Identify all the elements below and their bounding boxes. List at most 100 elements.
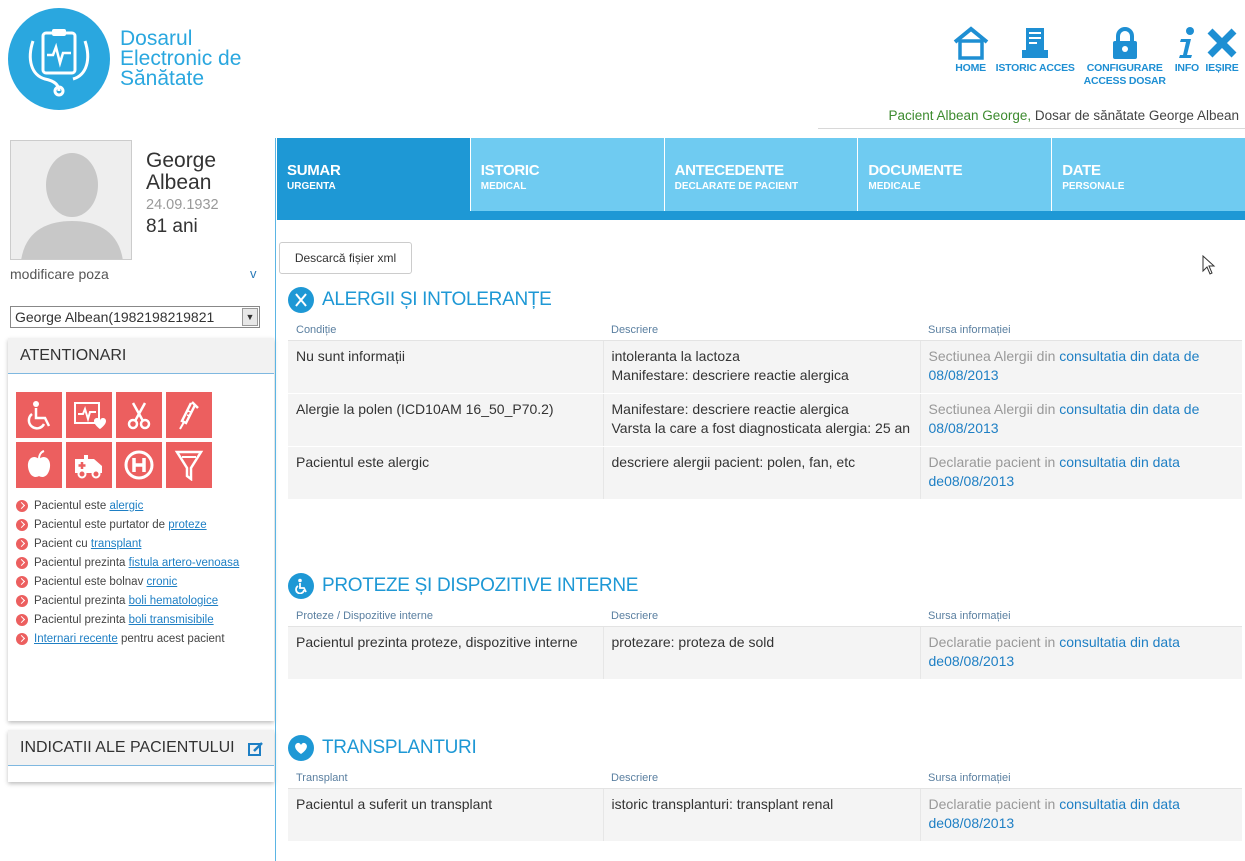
patient-age: 81 ani: [146, 216, 198, 237]
table-row: Alergie la polen (ICD10AM 16_50_P70.2) M…: [288, 393, 1242, 447]
funnel-icon[interactable]: [166, 442, 212, 488]
patient-select[interactable]: George Albean(1982198219821 ▼: [10, 306, 260, 328]
alert-link[interactable]: proteze: [168, 519, 206, 531]
info-icon: [1178, 27, 1194, 58]
tab-antecedente[interactable]: ANTECEDENTE DECLARATE DE PACIENT: [665, 138, 859, 211]
nav-iesire[interactable]: IEȘIRE: [1205, 26, 1239, 75]
alert-link[interactable]: Internari recente: [34, 633, 118, 645]
nav-label: CONFIGURARE ACCESS DOSAR: [1083, 62, 1166, 87]
change-photo-link[interactable]: modificare poza: [10, 266, 109, 282]
indicatii-panel: INDICATII ALE PACIENTULUI: [8, 730, 274, 782]
transplants-table: Transplant Descriere Sursa informației P…: [288, 768, 1242, 842]
tab-sumar-urgenta[interactable]: SUMAR URGENTA: [277, 138, 471, 211]
app-title-line: Dosarul: [120, 27, 193, 50]
source-link-date[interactable]: de08/08/2013: [929, 473, 1015, 489]
description-line: istoric transplanturi: transplant renal: [611, 796, 834, 812]
tab-date-personale[interactable]: DATE PERSONALE: [1052, 138, 1245, 211]
source-link-date[interactable]: de08/08/2013: [929, 815, 1015, 831]
hospital-icon[interactable]: [116, 442, 162, 488]
source-text: Declaratie pacient in: [928, 454, 1060, 470]
atentionari-panel: ATENTIONARI Pacientul este alergic Pacie…: [8, 338, 274, 721]
edit-icon[interactable]: [248, 741, 264, 757]
chevron-right-icon: [16, 538, 28, 550]
patient-select-value: George Albean(1982198219821: [15, 309, 215, 325]
alert-link[interactable]: boli transmisibile: [129, 614, 214, 626]
avatar[interactable]: [10, 140, 132, 260]
alert-item: Pacientul este purtator de proteze: [16, 519, 274, 532]
alert-text: Internari recente pentru acest pacient: [34, 633, 225, 646]
alert-text: Pacientul prezinta fistula artero-venoas…: [34, 557, 239, 570]
nav-home[interactable]: HOME: [952, 26, 990, 75]
nav-istoric-acces[interactable]: ISTORIC ACCES: [996, 26, 1075, 75]
alert-link[interactable]: transplant: [91, 538, 142, 550]
source-link-date[interactable]: 08/08/2013: [929, 367, 999, 383]
history-icon: [1022, 28, 1049, 58]
column-header: Descriere: [603, 606, 920, 627]
chevron-right-icon: [16, 576, 28, 588]
tab-istoric-medical[interactable]: ISTORIC MEDICAL: [471, 138, 665, 211]
nav-info[interactable]: INFO: [1175, 26, 1199, 75]
scissors-icon[interactable]: [116, 392, 162, 438]
source-link[interactable]: consultatia din data de: [1059, 401, 1199, 417]
chevron-down-icon[interactable]: v: [250, 266, 257, 281]
source-link[interactable]: consultatia din data: [1059, 454, 1180, 470]
close-icon: [1207, 28, 1237, 58]
source-text: Declaratie pacient in: [928, 634, 1060, 650]
tab-documente-medicale[interactable]: DOCUMENTE MEDICALE: [858, 138, 1053, 211]
tab-subtitle: DECLARATE DE PACIENT: [674, 181, 799, 192]
description-line: protezare: proteza de sold: [611, 634, 775, 650]
alert-link[interactable]: fistula artero-venoasa: [129, 557, 240, 569]
top-navigation: HOME ISTORIC ACCES CONFIGURARE ACCESS DO…: [946, 26, 1239, 88]
alert-text: Pacientul este alergic: [34, 500, 143, 513]
chevron-right-icon: [16, 519, 28, 531]
tab-title: ISTORIC: [480, 162, 540, 179]
heart-monitor-icon[interactable]: [66, 392, 112, 438]
alert-text: Pacientul prezinta boli hematologice: [34, 595, 218, 608]
alert-text: Pacientul este purtator de proteze: [34, 519, 207, 532]
ambulance-icon[interactable]: [66, 442, 112, 488]
alert-text: Pacientul prezinta boli transmisibile: [34, 614, 214, 627]
nav-configurare[interactable]: CONFIGURARE ACCESS DOSAR: [1081, 26, 1169, 88]
patient-last-name: Albean: [146, 171, 212, 194]
home-icon: [953, 26, 988, 60]
table-header-row: Transplant Descriere Sursa informației: [288, 768, 1242, 789]
alert-link[interactable]: boli hematologice: [129, 595, 219, 607]
apple-icon[interactable]: [16, 442, 62, 488]
indicatii-header: INDICATII ALE PACIENTULUI: [8, 730, 274, 766]
table-row: Nu sunt informații intoleranta la lactoz…: [288, 340, 1242, 394]
dropdown-arrow-icon[interactable]: ▼: [242, 308, 258, 326]
source-link[interactable]: consultatia din data de: [1059, 348, 1199, 364]
source-link-date[interactable]: de08/08/2013: [929, 653, 1015, 669]
alert-text-pre: Pacient cu: [34, 538, 91, 550]
prosthesis-cell: Pacientul prezinta proteze, dispozitive …: [288, 626, 604, 680]
column-header: Sursa informației: [920, 768, 1242, 789]
wheelchair-icon: [288, 573, 314, 599]
tab-title: ANTECEDENTE: [674, 162, 785, 179]
lock-icon: [1112, 27, 1137, 59]
alert-item: Internari recente pentru acest pacient: [16, 633, 274, 646]
main-tabs: SUMAR URGENTA ISTORIC MEDICAL ANTECEDENTE D…: [277, 138, 1245, 220]
source-link[interactable]: consultatia din data: [1059, 796, 1180, 812]
app-title-line: Electronic de: [120, 47, 242, 70]
chevron-right-icon: [16, 595, 28, 607]
alert-link[interactable]: alergic: [109, 500, 143, 512]
syringe-icon[interactable]: [166, 392, 212, 438]
source-text: Sectiunea Alergii din: [928, 401, 1060, 417]
source-text: Declaratie pacient in: [928, 796, 1060, 812]
wheelchair-icon[interactable]: [16, 392, 62, 438]
patient-context-record: Dosar de sănătate George Albean: [1031, 108, 1239, 123]
download-xml-button[interactable]: Descarcă fișier xml: [279, 242, 412, 274]
stethoscope-clipboard-icon: [8, 8, 110, 110]
alert-icon-grid: [8, 374, 274, 488]
patient-context-name: Pacient Albean George,: [888, 108, 1032, 123]
atentionari-header: ATENTIONARI: [8, 338, 274, 374]
nav-label: IEȘIRE: [1205, 62, 1239, 74]
alert-link[interactable]: cronic: [147, 576, 178, 588]
column-header: Sursa informației: [920, 320, 1242, 341]
app-logo[interactable]: Dosarul Electronic de Sănătate: [8, 8, 241, 110]
source-link[interactable]: consultatia din data: [1059, 634, 1180, 650]
column-header: Proteze / Dispozitive interne: [288, 606, 603, 627]
column-header: Descriere: [603, 768, 920, 789]
source-link-date[interactable]: 08/08/2013: [929, 420, 999, 436]
patient-first-name: George: [146, 149, 217, 172]
